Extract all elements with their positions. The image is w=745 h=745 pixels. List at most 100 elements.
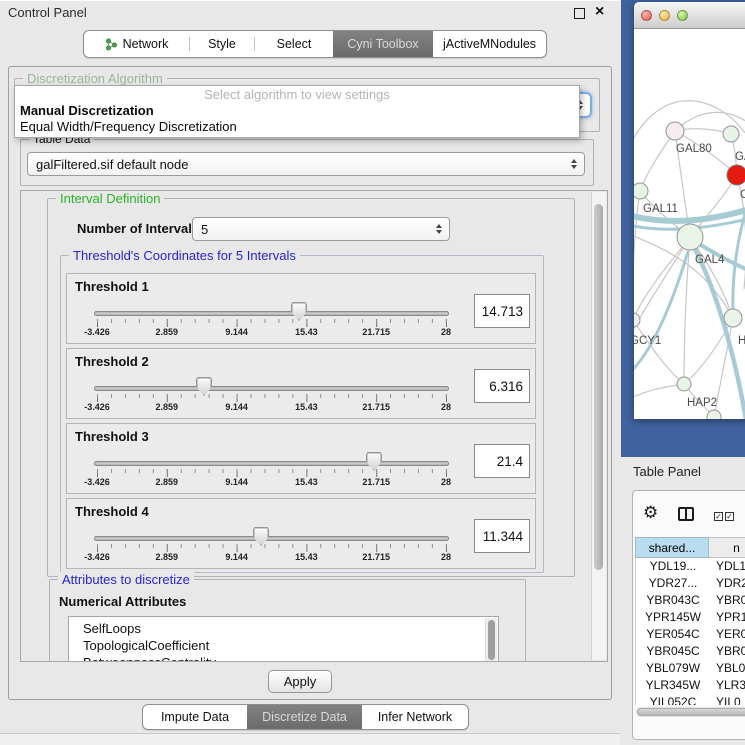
column-header-name[interactable]: n bbox=[709, 537, 745, 558]
cell: YDL19... bbox=[636, 558, 710, 575]
threshold-3-value-field[interactable]: 21.4 bbox=[474, 444, 530, 478]
threshold-3-slider-track[interactable] bbox=[94, 461, 449, 466]
columns-icon[interactable] bbox=[678, 507, 694, 521]
float-panel-icon[interactable] bbox=[574, 8, 585, 19]
control-panel-tab-bar: Network Style Select Cyni Toolbox jActiv… bbox=[83, 30, 547, 58]
cell: YBL0 bbox=[710, 660, 745, 677]
table-row[interactable]: YDL19... YDL1 bbox=[636, 558, 745, 575]
minimize-window-icon[interactable] bbox=[659, 10, 670, 21]
cell: YDR2 bbox=[710, 575, 745, 592]
scrollbar-thumb[interactable] bbox=[594, 204, 603, 570]
slider-minor-ticks bbox=[97, 469, 447, 473]
tick-label: 28 bbox=[441, 402, 451, 412]
threshold-4-label: Threshold 4 bbox=[75, 504, 149, 519]
cell: YBR0 bbox=[710, 592, 745, 609]
threshold-1-value-field[interactable]: 14.713 bbox=[474, 294, 530, 328]
tab-style-label: Style bbox=[208, 37, 236, 51]
column-header-shared-name[interactable]: shared... bbox=[635, 537, 709, 558]
algorithm-hint-item[interactable]: Select algorithm to view settings bbox=[15, 86, 579, 103]
table-row[interactable]: YER054C YER0 bbox=[636, 626, 745, 643]
table-row[interactable]: YIL052C YIL0 bbox=[636, 694, 745, 705]
numerical-attributes-list[interactable]: SelfLoops TopologicalCoefficient Between… bbox=[68, 616, 499, 662]
table-row[interactable]: YBL079W YBL0 bbox=[636, 660, 745, 677]
list-scrollbar[interactable] bbox=[485, 618, 497, 662]
scrollbar-thumb[interactable] bbox=[637, 708, 745, 716]
node-label-ga: GA bbox=[735, 151, 745, 163]
combo-arrows-icon bbox=[571, 159, 577, 169]
tick-label: 15.43 bbox=[295, 552, 318, 562]
tab-style[interactable]: Style bbox=[190, 31, 254, 57]
node-label-gal80: GAL80 bbox=[676, 143, 712, 155]
tab-discretize-data[interactable]: Discretize Data bbox=[247, 705, 362, 729]
table-row[interactable]: YPR145W YPR1 bbox=[636, 609, 745, 626]
node-gal80 bbox=[666, 122, 684, 140]
node-label-gal11: GAL11 bbox=[643, 203, 678, 215]
gear-icon[interactable]: ⚙ bbox=[643, 503, 658, 523]
tick-label: 21.715 bbox=[362, 402, 390, 412]
list-item[interactable]: TopologicalCoefficient bbox=[69, 637, 498, 654]
tab-impute-data[interactable]: Impute Data bbox=[143, 705, 247, 729]
checkbox-icon[interactable]: ✓ bbox=[714, 512, 723, 521]
table-row[interactable]: YBR043C YBR0 bbox=[636, 592, 745, 609]
tick-label: -3.426 bbox=[84, 402, 110, 412]
threshold-1-label: Threshold 1 bbox=[75, 279, 149, 294]
tab-select[interactable]: Select bbox=[255, 31, 333, 57]
thresholds-group-title: Threshold's Coordinates for 5 Intervals bbox=[69, 248, 300, 263]
number-of-intervals-combobox[interactable]: 5 bbox=[192, 217, 450, 241]
tick-label: 28 bbox=[441, 477, 451, 487]
tick-label: 9.144 bbox=[225, 552, 248, 562]
algorithm-option-equal-width[interactable]: Equal Width/Frequency Discretization bbox=[15, 119, 579, 135]
table-row[interactable]: YLR345W YLR3 bbox=[636, 677, 745, 694]
threshold-2-label: Threshold 2 bbox=[75, 354, 149, 369]
tab-network[interactable]: Network bbox=[84, 31, 189, 57]
algorithm-option-manual[interactable]: Manual Discretization bbox=[15, 103, 579, 119]
apply-button[interactable]: Apply bbox=[268, 670, 332, 693]
threshold-2-panel: Threshold 2 -3.426 2.859 9.144 15.43 21.… bbox=[66, 348, 536, 419]
tick-label: 15.43 bbox=[295, 327, 318, 337]
tab-jactivemnodules[interactable]: jActiveMNodules bbox=[433, 31, 546, 57]
threshold-4-value-field[interactable]: 11.344 bbox=[474, 519, 530, 553]
table-row[interactable]: YBR045C YBR0 bbox=[636, 643, 745, 660]
close-panel-icon[interactable]: × bbox=[595, 2, 604, 22]
threshold-2-value-field[interactable]: 6.316 bbox=[474, 369, 530, 403]
node-h bbox=[724, 309, 742, 327]
settings-vertical-scrollbar[interactable] bbox=[591, 192, 606, 660]
interval-definition-group-title: Interval Definition bbox=[56, 191, 164, 206]
table-data-selected-value: galFiltered.sif default node bbox=[36, 157, 188, 172]
screen: Control Panel × Network Style Select Cyn… bbox=[0, 0, 745, 745]
checkbox-icon[interactable]: ✓ bbox=[725, 512, 734, 521]
zoom-window-icon[interactable] bbox=[677, 10, 688, 21]
tick-label: 9.144 bbox=[225, 402, 248, 412]
table-horizontal-scrollbar[interactable] bbox=[636, 707, 745, 717]
tick-label: 15.43 bbox=[295, 477, 318, 487]
table-row[interactable]: YDR27... YDR2 bbox=[636, 575, 745, 592]
node-label-c: C bbox=[740, 189, 745, 201]
tick-label: 21.715 bbox=[362, 552, 390, 562]
discretization-algorithm-group-title: Discretization Algorithm bbox=[23, 71, 167, 86]
slider-minor-ticks bbox=[97, 319, 447, 323]
list-item[interactable]: SelfLoops bbox=[69, 617, 498, 637]
tick-label: 2.859 bbox=[156, 327, 179, 337]
tick-label: -3.426 bbox=[84, 552, 110, 562]
threshold-1-slider-track[interactable] bbox=[94, 311, 449, 316]
threshold-4-slider-track[interactable] bbox=[94, 536, 449, 541]
network-canvas[interactable]: GAL80 GA C GAL11 GAL4 GCY1 H HAP2 bbox=[634, 29, 745, 419]
node-red bbox=[727, 165, 745, 185]
network-view-window[interactable]: GAL80 GA C GAL11 GAL4 GCY1 H HAP2 bbox=[634, 2, 745, 419]
node-ga bbox=[723, 126, 739, 142]
tab-cyni-toolbox[interactable]: Cyni Toolbox bbox=[333, 31, 433, 57]
list-item[interactable]: BetweennessCentrality bbox=[69, 654, 498, 662]
network-graph: GAL80 GA C GAL11 GAL4 GCY1 H HAP2 bbox=[634, 29, 745, 419]
table-data-combobox[interactable]: galFiltered.sif default node bbox=[27, 152, 585, 176]
network-window-titlebar[interactable] bbox=[634, 2, 745, 29]
tick-label: 2.859 bbox=[156, 477, 179, 487]
close-window-icon[interactable] bbox=[641, 10, 652, 21]
tab-infer-network[interactable]: Infer Network bbox=[362, 705, 468, 729]
bottom-strip bbox=[0, 734, 620, 745]
tick-label: 28 bbox=[441, 552, 451, 562]
threshold-2-slider-track[interactable] bbox=[94, 386, 449, 391]
node-label-h: H bbox=[738, 335, 745, 347]
cell: YDR27... bbox=[636, 575, 710, 592]
table-body: YDL19... YDL1 YDR27... YDR2 YBR043C YBR0… bbox=[635, 558, 745, 705]
cell: YER054C bbox=[636, 626, 710, 643]
